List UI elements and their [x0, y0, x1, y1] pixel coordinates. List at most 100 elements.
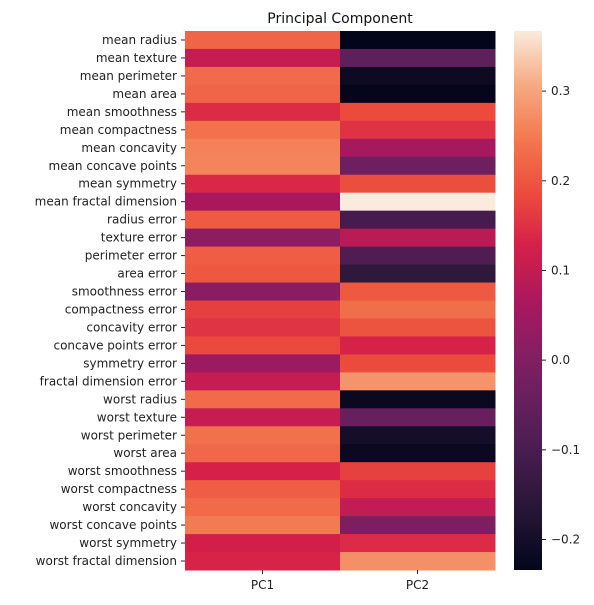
heatmap-cell [185, 156, 341, 176]
heatmap-cell [340, 102, 496, 122]
column-label: PC2 [406, 578, 429, 592]
heatmap-cell [185, 462, 341, 481]
row-label: worst fractal dimension [36, 554, 177, 568]
colorbar-tick-label: 0.0 [551, 353, 570, 367]
heatmap-cell [185, 120, 341, 140]
heatmap-cell [185, 174, 341, 194]
heatmap-cell [340, 282, 496, 301]
heatmap-cell [185, 480, 341, 499]
heatmap-cell [340, 264, 496, 284]
heatmap-cell [185, 66, 341, 86]
heatmap-cell [185, 102, 341, 122]
colorbar-tick-label: −0.2 [551, 533, 580, 547]
row-label: compactness error [65, 302, 177, 316]
row-label: mean concave points [49, 159, 178, 173]
heatmap-chart: Principal Component mean radius mean text… [35, 11, 580, 592]
heatmap-cell [185, 84, 341, 104]
row-label: concavity error [86, 320, 177, 334]
heatmap-cell [340, 48, 496, 68]
colorbar-tick-label: 0.2 [551, 174, 570, 188]
heatmap-cell [340, 246, 496, 266]
heatmap-cell [340, 156, 496, 176]
row-label: mean smoothness [67, 105, 177, 119]
heatmap-cell [185, 552, 341, 571]
heatmap-cell [340, 300, 496, 319]
heatmap-cell [340, 462, 496, 481]
heatmap-cell [340, 534, 496, 553]
row-label: mean texture [96, 51, 177, 65]
heatmap-cell [340, 408, 496, 427]
row-label: mean concavity [81, 141, 177, 155]
heatmap-cell [340, 390, 496, 409]
heatmap-cell [185, 282, 341, 301]
heatmap-cell [185, 300, 341, 319]
heatmap-cell [185, 372, 341, 391]
row-label: fractal dimension error [40, 374, 177, 388]
heatmap-cell [340, 84, 496, 104]
row-label: mean compactness [60, 123, 177, 137]
heatmap-cell [340, 120, 496, 140]
row-label: worst area [113, 446, 177, 460]
row-label: radius error [107, 213, 177, 227]
heatmap-cell [185, 210, 341, 230]
row-labels: mean radius mean texture mean perimeter mea… [35, 33, 185, 568]
heatmap-cell [340, 66, 496, 86]
row-label: mean symmetry [78, 177, 177, 191]
heatmap-cell [340, 354, 496, 373]
heatmap-cell [340, 318, 496, 337]
heatmap-cell [185, 516, 341, 535]
row-label: worst concave points [49, 518, 177, 532]
heatmap-cell [185, 31, 341, 50]
heatmap-cell [340, 498, 496, 517]
heatmap-cell [185, 426, 341, 445]
column-labels: PC1 PC2 [251, 570, 429, 592]
row-label: worst smoothness [68, 464, 177, 478]
row-label: area error [117, 267, 177, 281]
heatmap-cell [340, 372, 496, 391]
heatmap-cell [340, 138, 496, 158]
row-label: symmetry error [83, 356, 177, 370]
row-label: perimeter error [85, 249, 177, 263]
colorbar-ticks: 0.3 0.2 0.1 0.0 −0.1 −0.2 [542, 84, 580, 547]
row-label: concave points error [53, 338, 177, 352]
heatmap-cell [340, 516, 496, 535]
heatmap-cell [185, 390, 341, 409]
heatmap-cell [185, 498, 341, 517]
heatmap-cell [185, 138, 341, 158]
heatmap-cell [340, 31, 496, 50]
row-label: texture error [101, 231, 177, 245]
row-label: mean area [112, 87, 177, 101]
heatmap-cell [185, 444, 341, 463]
heatmap-cell [340, 336, 496, 355]
heatmap-cell [340, 174, 496, 194]
heatmap-cell [185, 264, 341, 284]
chart-title: Principal Component [267, 11, 413, 27]
heatmap-cell [185, 228, 341, 248]
colorbar-tick-label: 0.1 [551, 263, 570, 277]
row-label: worst radius [103, 392, 177, 406]
heatmap-cell [185, 246, 341, 266]
heatmap-cell [340, 192, 496, 212]
row-label: worst texture [97, 410, 177, 424]
heatmap-cell [185, 408, 341, 427]
heatmap-cell [340, 426, 496, 445]
heatmap-cell [185, 354, 341, 373]
heatmap-cell [340, 480, 496, 499]
heatmap-cell [340, 444, 496, 463]
row-label: worst concavity [82, 500, 177, 514]
column-label: PC1 [251, 578, 274, 592]
heatmap-cell [185, 48, 341, 68]
row-label: worst compactness [61, 482, 177, 496]
row-label: worst symmetry [79, 536, 177, 550]
colorbar-tick-label: 0.3 [551, 84, 570, 98]
heatmap-cell [340, 552, 496, 571]
heatmap-cells [185, 31, 496, 571]
colorbar [514, 31, 542, 570]
heatmap-cell [185, 192, 341, 212]
row-label: mean perimeter [80, 69, 177, 83]
row-label: mean fractal dimension [35, 195, 177, 209]
heatmap-cell [185, 534, 341, 553]
heatmap-cell [185, 336, 341, 355]
heatmap-cell [340, 228, 496, 248]
colorbar-tick-label: −0.1 [551, 443, 580, 457]
